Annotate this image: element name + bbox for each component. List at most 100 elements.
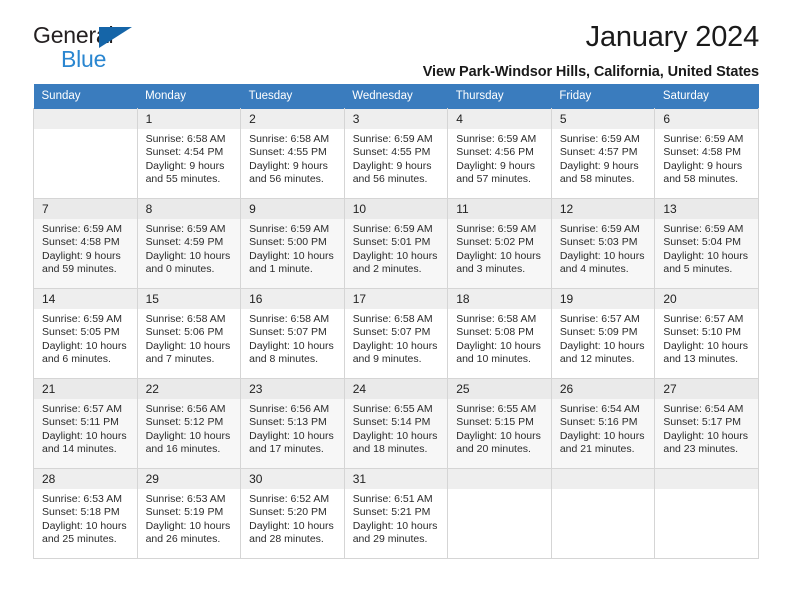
day-details: Sunrise: 6:59 AM Sunset: 5:03 PM Daylight:… xyxy=(552,219,655,277)
day-details: Sunrise: 6:56 AM Sunset: 5:12 PM Daylight:… xyxy=(138,399,241,457)
day-details: Sunrise: 6:58 AM Sunset: 5:07 PM Daylight:… xyxy=(241,309,344,367)
day-cell-inner: 22 Sunrise: 6:56 AM Sunset: 5:12 PM Dayligh… xyxy=(137,379,241,468)
calendar-day-cell[interactable]: 5 Sunrise: 6:59 AM Sunset: 4:57 PM Daylight… xyxy=(550,108,656,199)
calendar-day-cell[interactable]: 12 Sunrise: 6:59 AM Sunset: 5:03 PM Dayligh… xyxy=(550,198,656,289)
sunrise-text: Sunrise: 6:58 AM xyxy=(145,133,226,145)
daylight-text-line2: and 57 minutes. xyxy=(456,173,531,186)
calendar-day-cell[interactable]: 20 Sunrise: 6:57 AM Sunset: 5:10 PM Dayligh… xyxy=(654,288,759,379)
day-details: Sunrise: 6:57 AM Sunset: 5:09 PM Daylight:… xyxy=(552,309,655,367)
daylight-text-line2: and 59 minutes. xyxy=(42,263,117,276)
calendar-day-cell[interactable]: 2 Sunrise: 6:58 AM Sunset: 4:55 PM Daylight… xyxy=(240,108,345,199)
day-details: Sunrise: 6:59 AM Sunset: 5:00 PM Daylight:… xyxy=(241,219,344,277)
day-number: 2 xyxy=(241,109,344,129)
daylight-text-line1: Daylight: 10 hours xyxy=(352,519,438,532)
sunrise-text: Sunrise: 6:59 AM xyxy=(352,223,433,235)
day-number: 7 xyxy=(34,199,137,219)
calendar-week-row: 21 Sunrise: 6:57 AM Sunset: 5:11 PM Dayligh… xyxy=(33,378,759,469)
general-blue-logo[interactable]: General Blue xyxy=(33,24,132,71)
sunset-text: Sunset: 5:11 PM xyxy=(42,416,119,429)
calendar-week-row: 1 Sunrise: 6:58 AM Sunset: 4:54 PM Daylight… xyxy=(33,108,759,199)
day-details: Sunrise: 6:59 AM Sunset: 4:58 PM Daylight:… xyxy=(655,129,758,187)
sunset-text: Sunset: 4:58 PM xyxy=(663,146,742,159)
weekday-header-friday: Friday xyxy=(551,84,655,109)
sunset-text: Sunset: 5:15 PM xyxy=(456,416,534,429)
calendar-day-cell[interactable]: 13 Sunrise: 6:59 AM Sunset: 5:04 PM Dayligh… xyxy=(654,198,759,289)
calendar-day-cell[interactable]: 7 Sunrise: 6:59 AM Sunset: 4:58 PM Daylight… xyxy=(33,198,138,289)
calendar-day-cell[interactable]: 6 Sunrise: 6:59 AM Sunset: 4:58 PM Daylight… xyxy=(654,108,759,199)
sunrise-text: Sunrise: 6:58 AM xyxy=(352,313,433,325)
day-cell-inner: 29 Sunrise: 6:53 AM Sunset: 5:19 PM Dayligh… xyxy=(137,469,241,558)
daylight-text-line1: Daylight: 10 hours xyxy=(42,519,127,532)
calendar-day-cell[interactable]: 19 Sunrise: 6:57 AM Sunset: 5:09 PM Dayligh… xyxy=(550,288,656,379)
daylight-text-line2: and 26 minutes. xyxy=(145,533,221,546)
calendar-body: 1 Sunrise: 6:58 AM Sunset: 4:54 PM Daylight… xyxy=(33,108,759,559)
sunset-text: Sunset: 5:17 PM xyxy=(663,416,742,429)
calendar-day-cell[interactable]: 18 Sunrise: 6:58 AM Sunset: 5:08 PM Dayligh… xyxy=(447,288,552,379)
day-number: 31 xyxy=(344,469,448,489)
calendar-day-cell[interactable]: 29 Sunrise: 6:53 AM Sunset: 5:19 PM Dayligh… xyxy=(136,468,242,559)
day-cell-inner: 31 Sunrise: 6:51 AM Sunset: 5:21 PM Dayligh… xyxy=(344,469,448,558)
day-number xyxy=(448,469,551,489)
daylight-text-line1: Daylight: 10 hours xyxy=(42,429,127,442)
day-cell-inner: 6 Sunrise: 6:59 AM Sunset: 4:58 PM Daylight… xyxy=(655,109,758,198)
day-details: Sunrise: 6:59 AM Sunset: 4:57 PM Daylight:… xyxy=(552,129,655,187)
calendar-day-cell[interactable]: 26 Sunrise: 6:54 AM Sunset: 5:16 PM Dayligh… xyxy=(550,378,656,469)
day-number: 8 xyxy=(137,199,241,219)
day-number: 13 xyxy=(655,199,758,219)
calendar-day-cell[interactable]: 21 Sunrise: 6:57 AM Sunset: 5:11 PM Dayligh… xyxy=(33,378,138,469)
calendar-day-cell[interactable]: 3 Sunrise: 6:59 AM Sunset: 4:55 PM Daylight… xyxy=(343,108,449,199)
calendar-day-cell[interactable]: 16 Sunrise: 6:58 AM Sunset: 5:07 PM Dayligh… xyxy=(240,288,345,379)
calendar-day-cell[interactable]: 22 Sunrise: 6:56 AM Sunset: 5:12 PM Dayligh… xyxy=(136,378,242,469)
day-number: 21 xyxy=(34,379,137,399)
calendar-day-cell[interactable]: 23 Sunrise: 6:56 AM Sunset: 5:13 PM Dayligh… xyxy=(240,378,345,469)
calendar-day-cell[interactable]: 8 Sunrise: 6:59 AM Sunset: 4:59 PM Daylight… xyxy=(136,198,242,289)
calendar-cell-empty xyxy=(447,468,552,559)
calendar-day-cell[interactable]: 30 Sunrise: 6:52 AM Sunset: 5:20 PM Dayligh… xyxy=(240,468,345,559)
daylight-text-line1: Daylight: 9 hours xyxy=(663,159,743,172)
daylight-text-line2: and 20 minutes. xyxy=(456,443,531,456)
calendar-day-cell[interactable]: 15 Sunrise: 6:58 AM Sunset: 5:06 PM Dayligh… xyxy=(136,288,242,379)
daylight-text-line2: and 58 minutes. xyxy=(559,173,635,186)
day-cell-inner: 4 Sunrise: 6:59 AM Sunset: 4:56 PM Daylight… xyxy=(448,109,551,198)
sunrise-text: Sunrise: 6:59 AM xyxy=(559,223,640,235)
day-cell-inner: 1 Sunrise: 6:58 AM Sunset: 4:54 PM Daylight… xyxy=(137,109,241,198)
weekday-header-tuesday: Tuesday xyxy=(240,84,345,109)
daylight-text-line2: and 4 minutes. xyxy=(559,263,629,276)
daylight-text-line1: Daylight: 10 hours xyxy=(145,519,231,532)
calendar-day-cell[interactable]: 9 Sunrise: 6:59 AM Sunset: 5:00 PM Daylight… xyxy=(240,198,345,289)
calendar-day-cell[interactable]: 27 Sunrise: 6:54 AM Sunset: 5:17 PM Dayligh… xyxy=(654,378,759,469)
sunset-text: Sunset: 5:09 PM xyxy=(559,326,638,339)
day-cell-inner: 12 Sunrise: 6:59 AM Sunset: 5:03 PM Dayligh… xyxy=(551,199,655,288)
calendar-day-cell[interactable]: 14 Sunrise: 6:59 AM Sunset: 5:05 PM Dayligh… xyxy=(33,288,138,379)
calendar-day-cell[interactable]: 24 Sunrise: 6:55 AM Sunset: 5:14 PM Dayligh… xyxy=(343,378,449,469)
day-cell-inner: 25 Sunrise: 6:55 AM Sunset: 5:15 PM Dayligh… xyxy=(448,379,551,468)
calendar-day-cell[interactable]: 1 Sunrise: 6:58 AM Sunset: 4:54 PM Daylight… xyxy=(136,108,242,199)
sunset-text: Sunset: 5:08 PM xyxy=(456,326,534,339)
calendar-day-cell[interactable]: 17 Sunrise: 6:58 AM Sunset: 5:07 PM Dayligh… xyxy=(343,288,449,379)
daylight-text-line1: Daylight: 10 hours xyxy=(559,339,645,352)
day-details: Sunrise: 6:59 AM Sunset: 4:55 PM Daylight:… xyxy=(345,129,448,187)
day-number: 20 xyxy=(655,289,758,309)
weekday-header-thursday: Thursday xyxy=(447,84,552,109)
calendar-day-cell[interactable]: 31 Sunrise: 6:51 AM Sunset: 5:21 PM Dayligh… xyxy=(343,468,449,559)
day-number: 15 xyxy=(137,289,241,309)
day-number: 3 xyxy=(344,109,448,129)
daylight-text-line2: and 7 minutes. xyxy=(145,353,215,366)
day-number: 18 xyxy=(448,289,551,309)
day-details: Sunrise: 6:58 AM Sunset: 5:06 PM Daylight:… xyxy=(138,309,241,367)
calendar-day-cell[interactable]: 4 Sunrise: 6:59 AM Sunset: 4:56 PM Daylight… xyxy=(447,108,552,199)
day-details: Sunrise: 6:58 AM Sunset: 5:07 PM Daylight:… xyxy=(345,309,448,367)
calendar-day-cell[interactable]: 28 Sunrise: 6:53 AM Sunset: 5:18 PM Dayligh… xyxy=(33,468,138,559)
calendar-day-cell[interactable]: 25 Sunrise: 6:55 AM Sunset: 5:15 PM Dayligh… xyxy=(447,378,552,469)
day-number: 1 xyxy=(137,109,241,129)
day-number: 9 xyxy=(241,199,344,219)
daylight-text-line1: Daylight: 10 hours xyxy=(663,339,749,352)
sunrise-text: Sunrise: 6:52 AM xyxy=(249,493,330,505)
day-details: Sunrise: 6:59 AM Sunset: 4:58 PM Daylight:… xyxy=(34,219,137,277)
day-number xyxy=(655,469,758,489)
calendar-day-cell[interactable]: 11 Sunrise: 6:59 AM Sunset: 5:02 PM Dayligh… xyxy=(447,198,552,289)
calendar-day-cell[interactable]: 10 Sunrise: 6:59 AM Sunset: 5:01 PM Dayligh… xyxy=(343,198,449,289)
sunset-text: Sunset: 5:01 PM xyxy=(352,236,431,249)
day-details: Sunrise: 6:59 AM Sunset: 5:04 PM Daylight:… xyxy=(655,219,758,277)
day-number: 22 xyxy=(137,379,241,399)
